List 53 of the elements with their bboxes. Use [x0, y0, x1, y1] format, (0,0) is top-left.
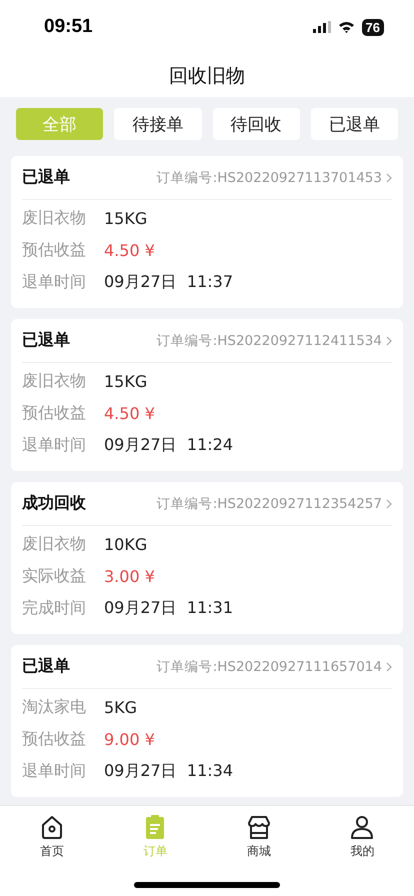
nav-tab[interactable]: 首页: [0, 806, 104, 862]
order-number: 订单编号:HS20220927113701453: [156, 168, 382, 186]
order-number: 订单编号:HS20220927111657014: [156, 658, 382, 676]
order-status: 已退单: [22, 167, 70, 188]
field-label: 退单时间: [22, 272, 87, 292]
clock: 09:51: [44, 16, 93, 38]
order-card[interactable]: 已退单 订单编号:HS20220927113701453 废旧衣物 15KG 预估收益 4.50 ¥ 退单时间 09月27日 11:37: [11, 156, 403, 308]
field-value: 15KG: [104, 208, 148, 228]
order-card[interactable]: 成功回收 订单编号:HS20220927112354257 废旧衣物 10KG 实际收益 3.00 ¥ 完成时间 09月27日 11:31: [11, 482, 403, 634]
filter-tab[interactable]: 待接单: [114, 108, 202, 140]
order-number: 订单编号:HS20220927112411534: [156, 332, 382, 350]
field-label: 退单时间: [22, 760, 87, 782]
person-icon: [349, 814, 376, 840]
chevron-right-icon: [386, 336, 392, 346]
earnings-value: 9.00 ¥: [104, 730, 155, 748]
nav-tab[interactable]: 我的: [310, 806, 414, 862]
storefront-icon: [246, 814, 272, 840]
signal-icon: [312, 21, 331, 33]
field-value: 10KG: [104, 534, 148, 554]
field-value: 09月27日 11:31: [104, 598, 233, 618]
field-label: 预估收益: [22, 240, 87, 260]
chevron-right-icon: [386, 498, 392, 508]
field-label: 废旧衣物: [22, 370, 87, 392]
filter-tab[interactable]: 已退单: [310, 108, 398, 140]
earnings-value: 3.00 ¥: [104, 566, 155, 586]
chevron-right-icon: [386, 172, 392, 182]
order-card[interactable]: 已退单 订单编号:HS20220927112411534 废旧衣物 15KG 预估收益 4.50 ¥ 退单时间 09月27日 11:24: [11, 319, 403, 471]
field-label: 完成时间: [22, 598, 87, 618]
order-status: 成功回收: [22, 493, 86, 514]
page-title: 回收旧物: [169, 64, 245, 88]
field-label: 实际收益: [22, 566, 87, 586]
field-value: 5KG: [104, 698, 138, 716]
field-value: 09月27日 11:24: [104, 434, 233, 456]
field-label: 废旧衣物: [22, 208, 87, 228]
field-value: 09月27日 11:34: [104, 760, 233, 782]
order-status: 已退单: [22, 656, 70, 677]
earnings-value: 4.50 ¥: [104, 240, 155, 260]
field-label: 废旧衣物: [22, 534, 87, 554]
field-label: 预估收益: [22, 402, 87, 424]
field-label: 预估收益: [22, 728, 87, 750]
field-label: 退单时间: [22, 434, 87, 456]
filter-tab[interactable]: 待回收: [212, 108, 300, 140]
nav-tab[interactable]: 商城: [207, 806, 310, 862]
field-label: 淘汰家电: [22, 696, 87, 718]
earnings-value: 4.50 ¥: [104, 404, 155, 422]
field-value: 09月27日 11:37: [104, 272, 233, 292]
wifi-icon: [338, 21, 355, 33]
order-card[interactable]: 已退单 订单编号:HS20220927111657014 淘汰家电 5KG 预估收益 9.00 ¥ 退单时间 09月27日 11:34: [11, 645, 403, 797]
chevron-right-icon: [386, 662, 392, 672]
battery-indicator: 76: [362, 18, 384, 36]
field-value: 15KG: [104, 372, 148, 390]
order-status: 已退单: [22, 330, 70, 351]
order-number: 订单编号:HS20220927112354257: [156, 494, 382, 512]
